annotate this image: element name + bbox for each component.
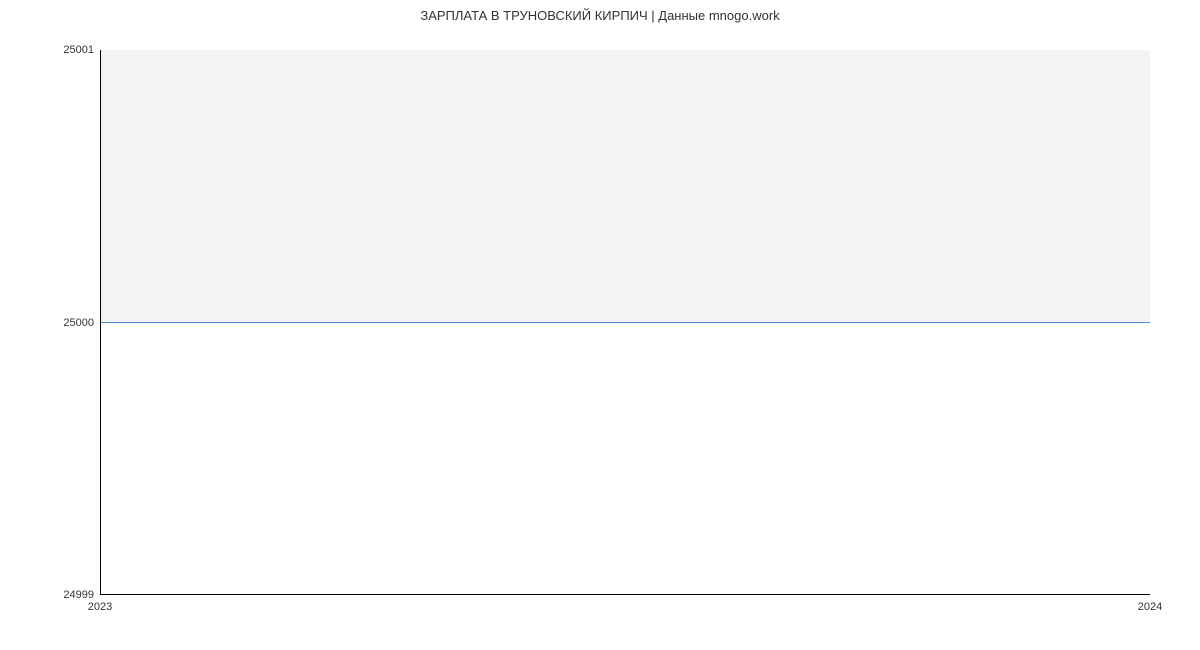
chart-title: ЗАРПЛАТА В ТРУНОВСКИЙ КИРПИЧ | Данные mn… — [0, 0, 1200, 23]
x-tick-label: 2024 — [1138, 601, 1162, 613]
area-fill — [101, 50, 1150, 322]
data-line — [101, 322, 1150, 323]
y-tick-label: 25001 — [63, 44, 94, 56]
chart-container: 25001 25000 24999 2023 2024 — [100, 50, 1150, 595]
plot-area — [100, 50, 1150, 595]
y-tick-label: 25000 — [63, 317, 94, 329]
y-tick-label: 24999 — [63, 589, 94, 601]
x-tick-label: 2023 — [88, 601, 112, 613]
